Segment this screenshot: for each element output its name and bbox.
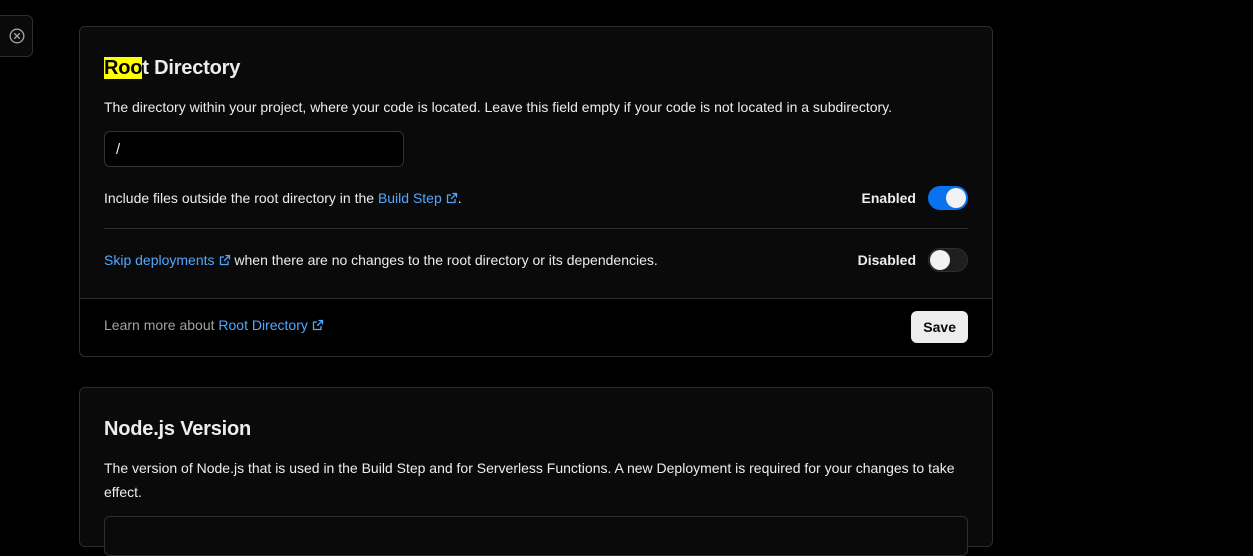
close-circle-icon: [8, 28, 25, 44]
side-close-tab[interactable]: [0, 15, 33, 57]
include-files-toggle[interactable]: [928, 186, 968, 210]
save-button[interactable]: Save: [911, 311, 968, 343]
toggle-knob: [946, 188, 966, 208]
build-step-link[interactable]: Build Step: [378, 190, 458, 206]
node-version-card: Node.js Version The version of Node.js t…: [79, 387, 993, 556]
node-version-select[interactable]: [104, 516, 968, 556]
card-footer: Learn more about Root Directory Save: [80, 298, 992, 356]
external-link-icon: [446, 192, 457, 204]
external-link-icon: [312, 319, 324, 331]
root-directory-input[interactable]: [104, 131, 404, 167]
node-version-title: Node.js Version: [104, 418, 252, 440]
include-files-setting: Include files outside the root directory…: [104, 184, 968, 212]
include-files-state: Enabled: [861, 190, 916, 206]
search-highlight: Roo: [104, 57, 143, 79]
root-directory-docs-link[interactable]: Root Directory: [218, 317, 324, 333]
skip-deployments-toggle[interactable]: [928, 248, 968, 272]
external-link-icon: [219, 254, 230, 266]
include-files-text: Include files outside the root directory…: [104, 190, 462, 206]
skip-deployments-text: Skip deployments when there are no chang…: [104, 252, 658, 268]
root-directory-description: The directory within your project, where…: [104, 99, 893, 115]
root-directory-title: Root Directory: [104, 57, 241, 79]
learn-more-text: Learn more about Root Directory: [104, 317, 324, 333]
skip-deployments-link[interactable]: Skip deployments: [104, 252, 231, 268]
setting-divider: [104, 228, 968, 229]
node-version-description: The version of Node.js that is used in t…: [104, 460, 955, 500]
skip-deployments-setting: Skip deployments when there are no chang…: [104, 246, 968, 274]
skip-deployments-state: Disabled: [857, 252, 916, 268]
root-directory-card: Root Directory The directory within your…: [79, 26, 993, 357]
toggle-knob: [930, 250, 950, 270]
